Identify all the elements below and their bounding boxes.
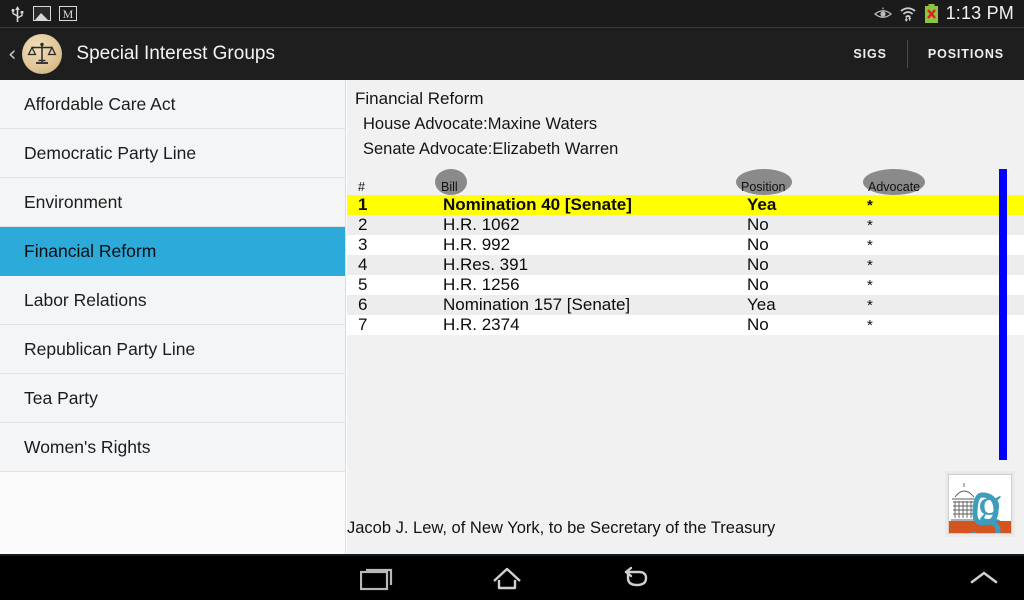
table-row[interactable]: 5 H.R. 1256 No * xyxy=(347,275,1024,295)
cell-position: Yea xyxy=(747,195,777,214)
battery-error-icon xyxy=(924,4,938,23)
table-row[interactable]: 7 H.R. 2374 No * xyxy=(347,315,1024,335)
cell-number: 1 xyxy=(358,195,368,214)
sidebar-item-republican-party-line[interactable]: Republican Party Line xyxy=(0,325,345,374)
cell-bill: H.R. 2374 xyxy=(443,315,520,334)
cell-advocate: * xyxy=(867,316,873,334)
cell-advocate: * xyxy=(867,296,873,314)
sidebar-item-label: Affordable Care Act xyxy=(24,93,176,114)
cell-number: 4 xyxy=(358,255,368,274)
cell-advocate: * xyxy=(867,236,873,254)
sidebar-group-list[interactable]: Affordable Care Act Democratic Party Lin… xyxy=(0,80,346,556)
house-advocate-label: House Advocate:Maxine Waters xyxy=(363,115,598,133)
govtrack-logo-icon: g xyxy=(948,474,1012,534)
cell-bill: Nomination 157 [Senate] xyxy=(443,295,631,314)
sidebar-item-womens-rights[interactable]: Women's Rights xyxy=(0,423,345,472)
table-row[interactable]: 1 Nomination 40 [Senate] Yea * xyxy=(347,195,1024,215)
status-bar: M 1:13 PM xyxy=(0,0,1024,28)
sidebar-item-label: Women's Rights xyxy=(24,436,151,457)
cell-position: No xyxy=(747,215,769,234)
group-title: Financial Reform xyxy=(355,89,484,108)
cell-number: 6 xyxy=(358,295,368,314)
main-content-panel: Financial Reform House Advocate:Maxine W… xyxy=(347,80,1024,556)
home-icon[interactable] xyxy=(490,556,524,600)
back-icon[interactable] xyxy=(620,556,654,600)
column-header-position: Position xyxy=(741,180,786,194)
senate-advocate-label: Senate Advocate:Elizabeth Warren xyxy=(363,140,619,158)
cell-bill: H.R. 1062 xyxy=(443,215,520,234)
table-row[interactable]: 4 H.Res. 391 No * xyxy=(347,255,1024,275)
sidebar-item-environment[interactable]: Environment xyxy=(0,178,345,227)
sidebar-item-label: Labor Relations xyxy=(24,289,147,310)
cell-position: No xyxy=(747,275,769,294)
sidebar-item-label: Environment xyxy=(24,191,123,212)
vertical-scrollbar[interactable] xyxy=(999,169,1007,460)
system-navigation-bar xyxy=(0,556,1024,600)
wifi-icon xyxy=(900,6,916,22)
cell-bill: H.R. 992 xyxy=(443,235,511,254)
app-bar: ‹ Special Interest Groups SIGS POSITIONS xyxy=(0,28,1024,80)
cell-position: Yea xyxy=(747,295,776,314)
column-header-bill: Bill xyxy=(441,180,458,194)
app-bar-tabs: SIGS POSITIONS xyxy=(833,28,1024,80)
positions-table: # Bill Position Advocate 1 Nomination 40… xyxy=(347,169,1024,460)
table-header-row: # Bill Position Advocate xyxy=(347,169,1024,195)
sidebar-item-label: Democratic Party Line xyxy=(24,142,197,163)
cell-number: 7 xyxy=(358,315,368,334)
cell-position: No xyxy=(747,235,769,254)
cell-bill: H.Res. 391 xyxy=(443,255,529,274)
sidebar-item-democratic-party-line[interactable]: Democratic Party Line xyxy=(0,129,345,178)
sidebar-empty-space xyxy=(0,472,345,552)
eye-icon xyxy=(873,7,892,18)
sidebar-item-label: Republican Party Line xyxy=(24,338,196,359)
tab-sigs[interactable]: SIGS xyxy=(833,28,906,80)
cell-number: 5 xyxy=(358,275,368,294)
recents-icon[interactable] xyxy=(360,556,394,600)
cell-advocate: * xyxy=(867,256,873,274)
cell-number: 3 xyxy=(358,235,368,254)
gmail-icon: M xyxy=(59,6,77,21)
column-header-number: # xyxy=(358,180,365,194)
cell-position: No xyxy=(747,315,769,334)
cell-advocate: * xyxy=(867,276,873,294)
tab-positions[interactable]: POSITIONS xyxy=(908,28,1024,80)
table-row[interactable]: 6 Nomination 157 [Senate] Yea * xyxy=(347,295,1024,315)
cell-number: 2 xyxy=(358,215,368,234)
navigate-up-chevron-icon[interactable]: ‹ xyxy=(0,43,22,65)
status-bar-notification-icons[interactable]: M xyxy=(0,5,77,23)
cell-position: No xyxy=(747,255,769,274)
sidebar-item-label: Financial Reform xyxy=(24,240,157,261)
sidebar-item-label: Tea Party xyxy=(24,387,98,408)
page-title: Special Interest Groups xyxy=(76,43,275,64)
column-header-advocate: Advocate xyxy=(868,180,921,194)
status-bar-system-icons[interactable]: 1:13 PM xyxy=(873,3,1024,24)
sidebar-item-affordable-care-act[interactable]: Affordable Care Act xyxy=(0,80,345,129)
status-bar-clock: 1:13 PM xyxy=(945,3,1014,23)
cell-bill: H.R. 1256 xyxy=(443,275,520,294)
sidebar-item-labor-relations[interactable]: Labor Relations xyxy=(0,276,345,325)
sidebar-item-financial-reform[interactable]: Financial Reform xyxy=(0,227,345,276)
scales-of-justice-logo-icon[interactable] xyxy=(22,34,63,74)
cell-advocate: * xyxy=(867,216,873,234)
bill-description-footnote: Jacob J. Lew, of New York, to be Secreta… xyxy=(347,519,776,537)
cell-bill: Nomination 40 [Senate] xyxy=(443,195,632,214)
chevron-up-icon[interactable] xyxy=(966,556,1002,600)
cell-advocate: * xyxy=(867,196,873,214)
gallery-icon xyxy=(33,6,51,21)
table-row[interactable]: 2 H.R. 1062 No * xyxy=(347,215,1024,235)
sidebar-item-tea-party[interactable]: Tea Party xyxy=(0,374,345,423)
table-row[interactable]: 3 H.R. 992 No * xyxy=(347,235,1024,255)
device-screen: M 1:13 PM ‹ Special Interest Groups SIGS… xyxy=(0,0,1024,600)
usb-icon xyxy=(11,5,24,22)
